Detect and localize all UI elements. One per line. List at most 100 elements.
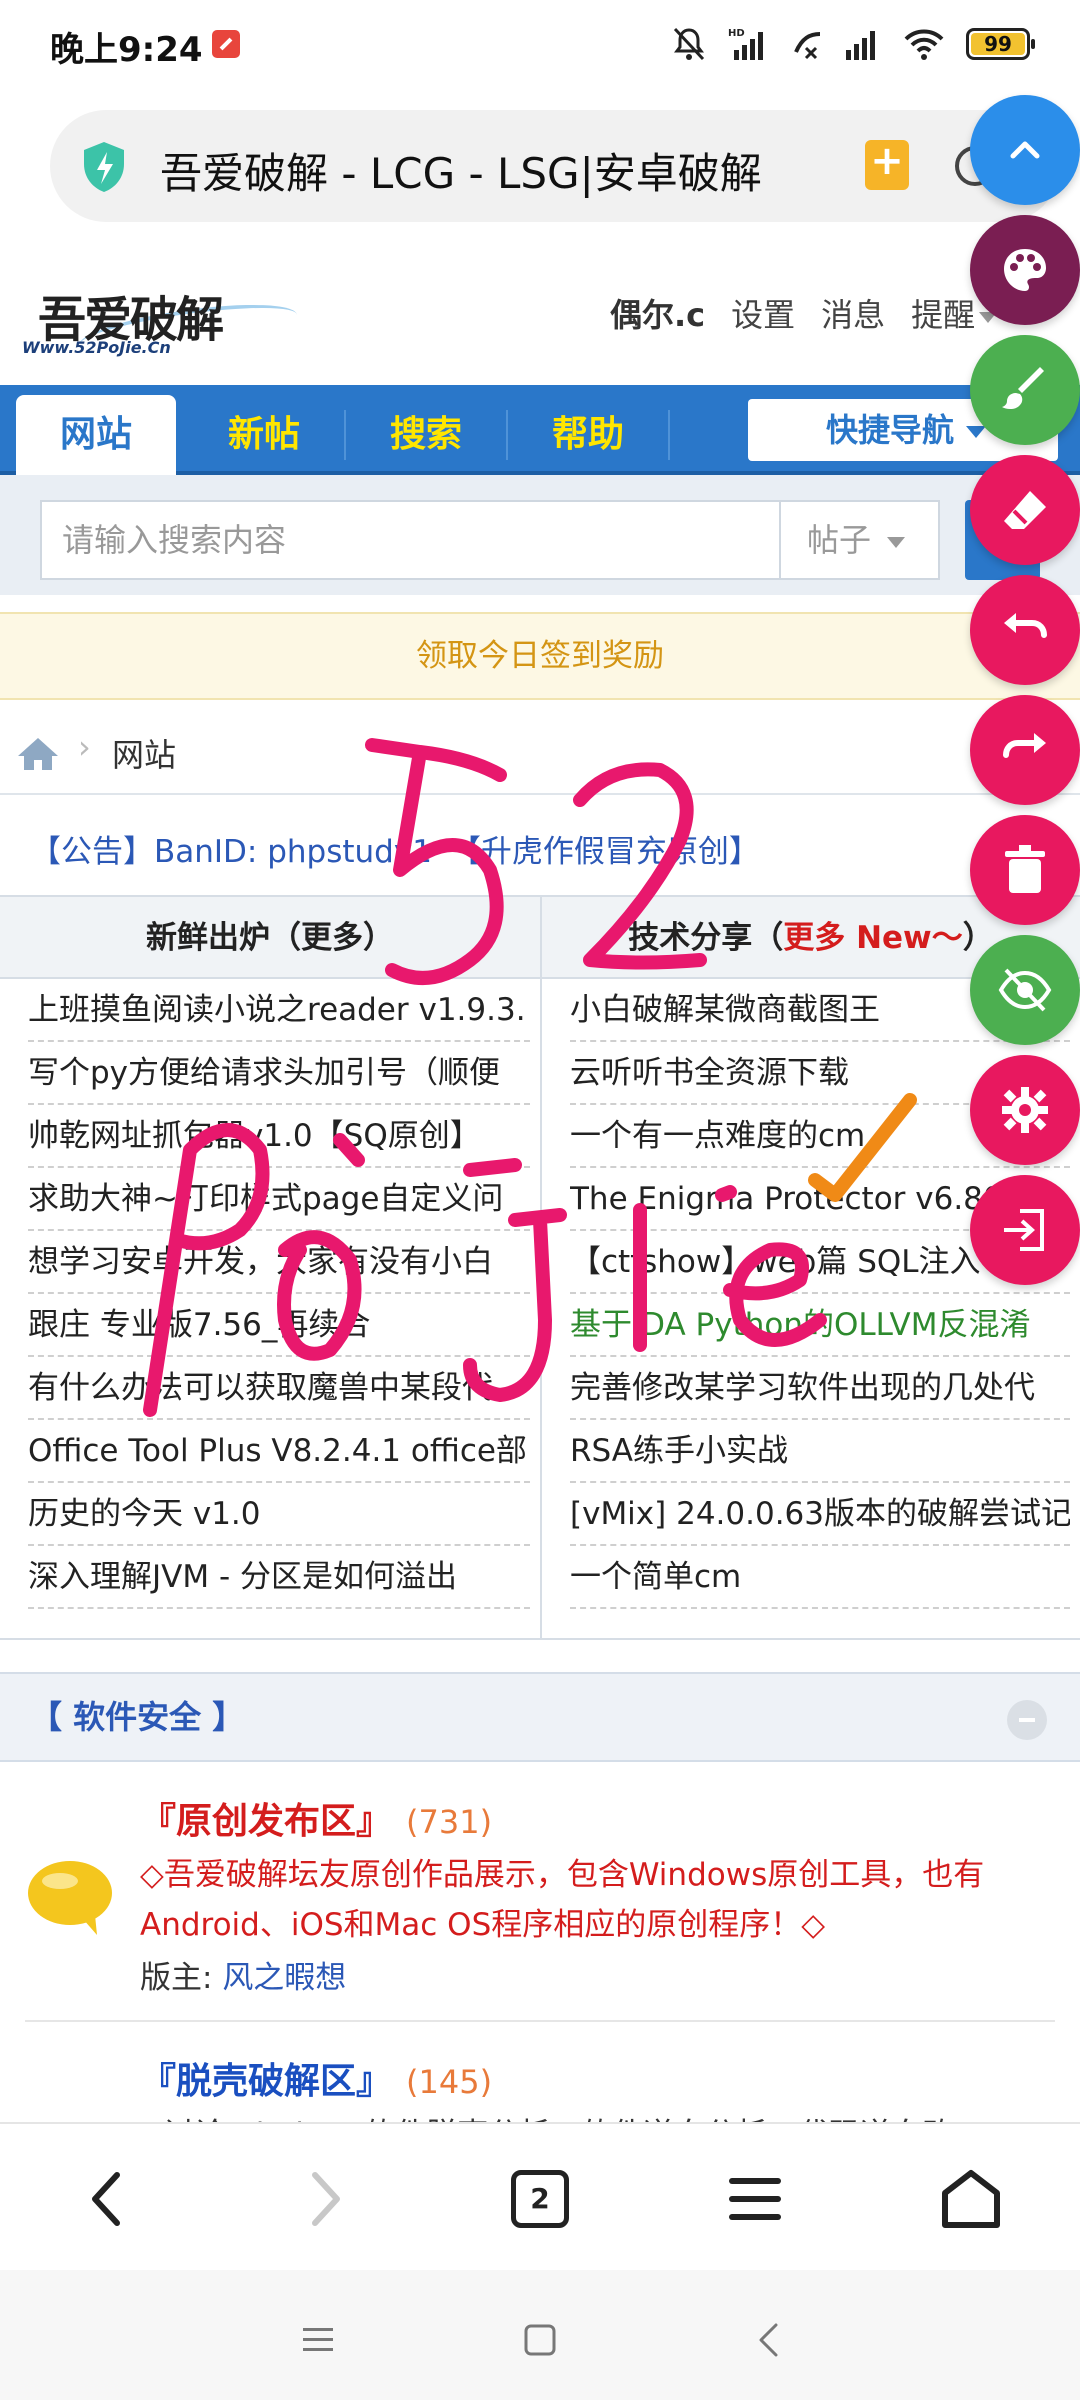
list-item[interactable]: 完善修改某学习软件出现的几处代: [570, 1357, 1070, 1420]
tab-website[interactable]: 网站: [16, 395, 176, 475]
list-item[interactable]: 基于IDA Python的OLLVM反混淆: [570, 1294, 1070, 1357]
search-type-select[interactable]: 帖子: [779, 502, 940, 578]
status-bar: 晚上9:24 HD 99: [0, 0, 1080, 90]
tech-share-title: 技术分享（: [628, 920, 784, 956]
browser-toolbar: 2: [0, 2122, 1080, 2270]
list-item[interactable]: 有什么办法可以获取魔兽中某段代: [28, 1357, 530, 1420]
settings-link[interactable]: 设置: [731, 290, 795, 336]
forum-title: 『原创发布区』: [140, 1801, 393, 1842]
more-new-link[interactable]: 更多 New～: [783, 920, 962, 956]
chevron-down-icon: [966, 426, 987, 438]
fresh-posts-list: 上班摸鱼阅读小说之reader v1.9.3. 写个py方便给请求头加引号（顺便…: [0, 979, 540, 1609]
section-header: 【 软件安全 】: [0, 1672, 1080, 1762]
home-icon[interactable]: [16, 736, 60, 772]
undo-icon: [1004, 613, 1047, 638]
tab-help[interactable]: 帮助: [508, 395, 668, 475]
settings-button[interactable]: [970, 1055, 1080, 1165]
user-links: 偶尔.c 设置 消息 提醒: [610, 290, 998, 336]
list-item[interactable]: 想学习安卓开发，大家有没有小白: [28, 1231, 530, 1294]
forum-moderator: 版主: 风之暇想: [140, 1952, 346, 1997]
list-item[interactable]: RSA练手小实战: [570, 1420, 1070, 1483]
system-home-button[interactable]: [510, 2310, 570, 2370]
collapse-icon[interactable]: [1007, 1700, 1047, 1740]
signal-icon: [846, 31, 875, 60]
forum-description: ◇讨论Windows软件脱壳分析、软件逆向分析、代码逆向改: [140, 2110, 1065, 2122]
color-button[interactable]: [970, 215, 1080, 325]
home-icon: [942, 2170, 1000, 2228]
section-title[interactable]: 【 软件安全 】: [30, 1692, 244, 1738]
hide-button[interactable]: [970, 935, 1080, 1045]
menu-icon: [729, 2178, 781, 2220]
forward-icon: [312, 2172, 340, 2226]
logo-url: Www.52PoJie.Cn: [22, 338, 171, 357]
notification-app-icon: [212, 30, 240, 58]
brush-button[interactable]: [970, 335, 1080, 445]
eraser-button[interactable]: [970, 455, 1080, 565]
moderator-label: 版主:: [140, 1960, 213, 1996]
home-button[interactable]: [926, 2154, 1016, 2244]
hot-lists: 新鲜出炉（更多） 上班摸鱼阅读小说之reader v1.9.3. 写个py方便给…: [0, 895, 1080, 1640]
list-item[interactable]: 深入理解JVM - 分区是如何溢出: [28, 1546, 530, 1609]
hide-icon: [998, 968, 1052, 1012]
forum-item: 『脱壳破解区』 (145) ◇讨论Windows软件脱壳分析、软件逆向分析、代码逆…: [0, 2022, 1080, 2122]
list-item[interactable]: 跟庄 专业版7.56_再续合: [28, 1294, 530, 1357]
breadcrumb-current[interactable]: 网站: [112, 730, 176, 776]
forward-button[interactable]: [280, 2154, 370, 2244]
mute-bell-icon: [673, 27, 705, 61]
trash-icon: [1005, 845, 1045, 893]
forum-title: 『脱壳破解区』: [140, 2061, 393, 2102]
site-logo[interactable]: 吾爱破解 Www.52PoJie.Cn: [18, 280, 300, 366]
brush-icon: [1002, 367, 1044, 410]
search-input[interactable]: [42, 502, 777, 578]
expand-icon: [1010, 141, 1040, 159]
search-type-label: 帖子: [807, 521, 872, 559]
exit-button[interactable]: [970, 1175, 1080, 1285]
url-text[interactable]: 吾爱破解 - LCG - LSG|安卓破解: [160, 140, 850, 201]
tabs-button[interactable]: 2: [495, 2154, 585, 2244]
forum-post-count: (145): [406, 2063, 493, 2101]
clear-button[interactable]: [970, 815, 1080, 925]
forum-name[interactable]: 『脱壳破解区』 (145): [140, 2052, 492, 2104]
list-item[interactable]: 写个py方便给请求头加引号（顺便: [28, 1042, 530, 1105]
breadcrumb: › 网站: [0, 710, 1080, 795]
address-bar[interactable]: 吾爱破解 - LCG - LSG|安卓破解: [50, 110, 1060, 222]
add-bookmark-icon[interactable]: [865, 138, 909, 190]
system-nav-bar: [0, 2270, 1080, 2400]
shield-icon: [84, 142, 124, 192]
search-box: 帖子: [40, 500, 940, 580]
svg-text:HD: HD: [728, 28, 745, 39]
undo-button[interactable]: [970, 575, 1080, 685]
back-icon: [92, 2172, 120, 2226]
system-back-button[interactable]: [738, 2310, 798, 2370]
reminders-label: 提醒: [911, 296, 976, 334]
messages-link[interactable]: 消息: [821, 290, 885, 336]
wifi-icon: [904, 29, 944, 60]
forum-post-count: (731): [406, 1803, 493, 1841]
fresh-posts-header[interactable]: 新鲜出炉（更多）: [0, 897, 540, 979]
list-item[interactable]: 历史的今天 v1.0: [28, 1483, 530, 1546]
site-nav: 网站 新帖 搜索 帮助 快捷导航: [0, 385, 1080, 475]
list-item[interactable]: [vMix] 24.0.0.63版本的破解尝试记: [570, 1483, 1070, 1546]
username-link[interactable]: 偶尔.c: [610, 290, 705, 336]
moderator-name[interactable]: 风之暇想: [222, 1960, 346, 1996]
tab-new-posts[interactable]: 新帖: [184, 395, 344, 475]
back-button[interactable]: [62, 2154, 152, 2244]
battery-level: 99: [984, 32, 1012, 56]
announcement[interactable]: 【公告】BanID: phpstudy1 【升虎作假冒充原创】: [0, 810, 1080, 895]
system-menu-button[interactable]: [288, 2310, 348, 2370]
tab-search[interactable]: 搜索: [346, 395, 506, 475]
expand-button[interactable]: [970, 95, 1080, 205]
announcement-text-2: 【升虎作假冒充原创】: [449, 834, 760, 870]
list-item[interactable]: Office Tool Plus V8.2.4.1 office部: [28, 1420, 530, 1483]
tab-count: 2: [511, 2170, 569, 2228]
list-item[interactable]: 求助大神~打印样式page自定义问: [28, 1168, 530, 1231]
settings-icon: [1002, 1087, 1048, 1133]
list-item[interactable]: 一个简单cm: [570, 1546, 1070, 1609]
menu-button[interactable]: [710, 2154, 800, 2244]
signin-reward-banner[interactable]: 领取今日签到奖励: [0, 612, 1080, 700]
signal-hd-icon: HD: [728, 28, 763, 60]
redo-button[interactable]: [970, 695, 1080, 805]
list-item[interactable]: 帅乾网址抓包器v1.0【SQ原创】: [28, 1105, 530, 1168]
forum-name[interactable]: 『原创发布区』 (731): [140, 1792, 492, 1844]
list-item[interactable]: 上班摸鱼阅读小说之reader v1.9.3.: [28, 979, 530, 1042]
